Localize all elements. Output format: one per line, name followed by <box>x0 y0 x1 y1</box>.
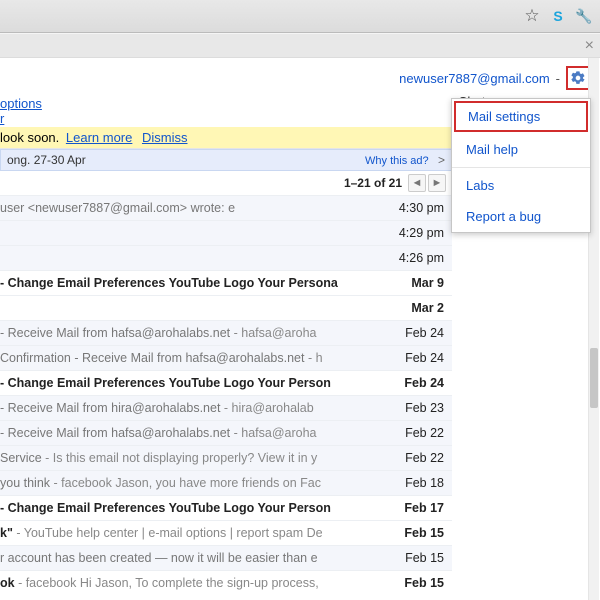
mail-row-text: r account has been created — now it will… <box>0 551 393 565</box>
why-this-ad-link[interactable]: Why this ad? <box>365 155 429 167</box>
options-link[interactable]: options <box>0 96 42 111</box>
mail-row-text: - Change Email Preferences YouTube Logo … <box>0 276 399 290</box>
mail-row[interactable]: - Change Email Preferences YouTube Logo … <box>0 370 452 395</box>
new-look-banner: look soon. Learn more Dismiss <box>0 127 452 149</box>
gear-icon <box>570 70 586 86</box>
mail-list-pane: options r look soon. Learn more Dismiss … <box>0 94 452 600</box>
mail-row-date: Feb 22 <box>405 426 444 440</box>
mail-row[interactable]: - Receive Mail from hafsa@arohalabs.net … <box>0 320 452 345</box>
ad-bar: ong. 27-30 Apr Why this ad? > <box>0 149 452 171</box>
menu-report-bug[interactable]: Report a bug <box>452 201 590 232</box>
mail-row[interactable]: k" - YouTube help center | e-mail option… <box>0 520 452 545</box>
mail-row-text: - Receive Mail from hafsa@arohalabs.net … <box>0 426 393 440</box>
account-dash: - <box>556 71 560 86</box>
ad-text: ong. 27-30 Apr <box>7 153 86 167</box>
mail-row-date: Feb 24 <box>405 351 444 365</box>
mail-row[interactable]: - Receive Mail from hira@arohalabs.net -… <box>0 395 452 420</box>
mail-row-text: - Change Email Preferences YouTube Logo … <box>0 376 392 390</box>
mail-row-date: Feb 15 <box>405 551 444 565</box>
app-content: newuser7887@gmail.com - Mail settings Ma… <box>0 58 600 600</box>
mail-row[interactable]: you think - facebook Jason, you have mor… <box>0 470 452 495</box>
mail-row-date: 4:30 pm <box>399 201 444 215</box>
dismiss-link[interactable]: Dismiss <box>142 130 188 145</box>
mail-row-date: 4:29 pm <box>399 226 444 240</box>
mail-row-date: Feb 24 <box>405 326 444 340</box>
ad-next-icon[interactable]: > <box>438 153 445 167</box>
mail-row[interactable]: Confirmation - Receive Mail from hafsa@a… <box>0 345 452 370</box>
settings-menu: Mail settings Mail help Labs Report a bu… <box>451 98 591 233</box>
menu-mail-settings[interactable]: Mail settings <box>454 101 588 132</box>
mail-row-text: user <newuser7887@gmail.com> wrote: e <box>0 201 387 215</box>
learn-more-link[interactable]: Learn more <box>66 130 132 145</box>
options-links: options r <box>0 94 452 127</box>
bookmark-star-icon[interactable]: ☆ <box>522 6 542 26</box>
mail-row-text: k" - YouTube help center | e-mail option… <box>0 526 392 540</box>
scrollbar-thumb[interactable] <box>590 348 598 408</box>
mail-row-text: - Receive Mail from hafsa@arohalabs.net … <box>0 326 393 340</box>
menu-separator <box>452 167 590 168</box>
mail-row-date: Feb 15 <box>404 576 444 590</box>
account-bar: newuser7887@gmail.com - <box>0 58 600 94</box>
mail-row[interactable]: r account has been created — now it will… <box>0 545 452 570</box>
mail-row-date: Feb 17 <box>404 501 444 515</box>
browser-toolbar: ☆ S 🔧 <box>0 0 600 33</box>
mail-row-date: 4:26 pm <box>399 251 444 265</box>
mail-row[interactable]: 4:26 pm <box>0 245 452 270</box>
prev-page-button[interactable]: ◄ <box>408 174 426 192</box>
mail-row-date: Feb 22 <box>405 451 444 465</box>
menu-mail-help[interactable]: Mail help <box>452 134 590 165</box>
mail-row[interactable]: - Receive Mail from hafsa@arohalabs.net … <box>0 420 452 445</box>
menu-labs[interactable]: Labs <box>452 170 590 201</box>
mail-row-date: Feb 23 <box>405 401 444 415</box>
wrench-icon[interactable]: 🔧 <box>574 6 594 26</box>
mail-row[interactable]: Service - Is this email not displaying p… <box>0 445 452 470</box>
close-icon[interactable]: × <box>585 37 594 55</box>
mail-row-text: Service - Is this email not displaying p… <box>0 451 393 465</box>
mail-row[interactable]: Mar 2 <box>0 295 452 320</box>
mail-row-text: - Change Email Preferences YouTube Logo … <box>0 501 392 515</box>
mail-row[interactable]: 4:29 pm <box>0 220 452 245</box>
settings-gear-button[interactable] <box>566 66 590 90</box>
mail-row-date: Mar 2 <box>411 301 444 315</box>
mail-row-text: - Receive Mail from hira@arohalabs.net -… <box>0 401 393 415</box>
banner-text: look soon. <box>0 130 63 145</box>
mail-row[interactable]: ok - facebook Hi Jason, To complete the … <box>0 570 452 595</box>
paging-bar: 1–21 of 21 ◄ ► <box>0 171 452 195</box>
mail-row-date: Feb 24 <box>404 376 444 390</box>
next-page-button[interactable]: ► <box>428 174 446 192</box>
mail-row[interactable]: - Change Email Preferences YouTube Logo … <box>0 270 452 295</box>
mail-rows: user <newuser7887@gmail.com> wrote: e 4:3… <box>0 195 452 595</box>
mail-row-date: Feb 18 <box>405 476 444 490</box>
mail-row-text: you think - facebook Jason, you have mor… <box>0 476 393 490</box>
account-email[interactable]: newuser7887@gmail.com <box>399 71 550 86</box>
mail-row-text: ok - facebook Hi Jason, To complete the … <box>0 576 392 590</box>
mail-row-date: Feb 15 <box>404 526 444 540</box>
r-link[interactable]: r <box>0 111 4 126</box>
browser-shelf: × <box>0 33 600 58</box>
mail-row-text: Confirmation - Receive Mail from hafsa@a… <box>0 351 393 365</box>
skype-extension-icon[interactable]: S <box>548 6 568 26</box>
mail-row[interactable]: user <newuser7887@gmail.com> wrote: e 4:3… <box>0 195 452 220</box>
mail-row-date: Mar 9 <box>411 276 444 290</box>
mail-row[interactable]: - Change Email Preferences YouTube Logo … <box>0 495 452 520</box>
count-label: 1–21 of 21 <box>344 176 402 190</box>
